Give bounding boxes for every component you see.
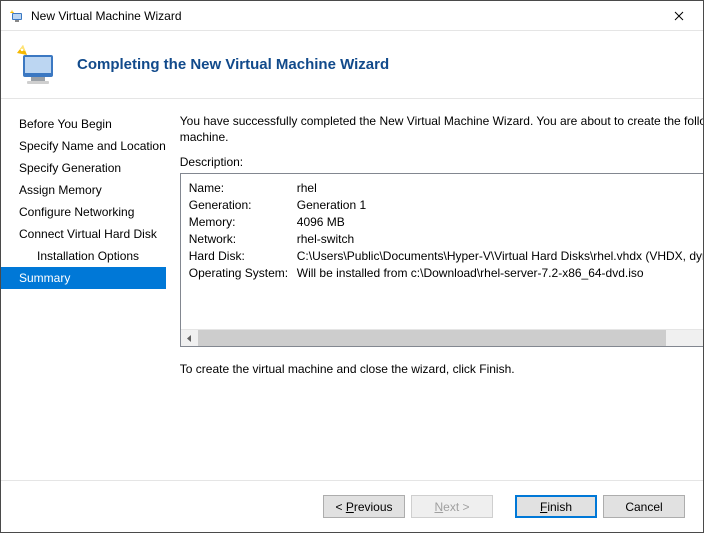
summary-value: rhel bbox=[297, 180, 317, 197]
summary-key: Name: bbox=[189, 180, 297, 197]
summary-value: Will be installed from c:\Download\rhel-… bbox=[297, 265, 644, 282]
summary-value: rhel-switch bbox=[297, 231, 354, 248]
titlebar: New Virtual Machine Wizard bbox=[1, 1, 703, 31]
cancel-button[interactable]: Cancel bbox=[603, 495, 685, 518]
description-box: Name:rhelGeneration:Generation 1Memory:4… bbox=[180, 173, 703, 347]
summary-value: C:\Users\Public\Documents\Hyper-V\Virtua… bbox=[297, 248, 703, 265]
summary-key: Network: bbox=[189, 231, 297, 248]
previous-button[interactable]: < Previous bbox=[323, 495, 405, 518]
summary-key: Hard Disk: bbox=[189, 248, 297, 265]
summary-row: Hard Disk:C:\Users\Public\Documents\Hype… bbox=[189, 248, 703, 265]
scroll-thumb[interactable] bbox=[198, 330, 666, 346]
summary-row: Operating System:Will be installed from … bbox=[189, 265, 703, 282]
wizard-icon bbox=[13, 41, 61, 89]
wizard-steps-sidebar: Before You BeginSpecify Name and Locatio… bbox=[1, 99, 166, 480]
summary-row: Name:rhel bbox=[189, 180, 703, 197]
sidebar-step-5[interactable]: Connect Virtual Hard Disk bbox=[1, 223, 166, 245]
summary-row: Memory:4096 MB bbox=[189, 214, 703, 231]
wizard-header: Completing the New Virtual Machine Wizar… bbox=[1, 31, 703, 99]
sidebar-step-1[interactable]: Specify Name and Location bbox=[1, 135, 166, 157]
intro-text: You have successfully completed the New … bbox=[180, 113, 703, 145]
close-button[interactable] bbox=[656, 1, 701, 30]
sidebar-step-7[interactable]: Summary bbox=[1, 267, 166, 289]
sidebar-step-3[interactable]: Assign Memory bbox=[1, 179, 166, 201]
summary-value: Generation 1 bbox=[297, 197, 366, 214]
horizontal-scrollbar[interactable] bbox=[181, 329, 703, 346]
sidebar-step-0[interactable]: Before You Begin bbox=[1, 113, 166, 135]
summary-key: Operating System: bbox=[189, 265, 297, 282]
summary-key: Memory: bbox=[189, 214, 297, 231]
wizard-footer: < Previous Next > Finish Cancel bbox=[1, 480, 703, 532]
sidebar-step-6[interactable]: Installation Options bbox=[1, 245, 166, 267]
window-title: New Virtual Machine Wizard bbox=[31, 9, 656, 23]
wizard-body: Before You BeginSpecify Name and Locatio… bbox=[1, 99, 703, 480]
sidebar-step-2[interactable]: Specify Generation bbox=[1, 157, 166, 179]
description-label: Description: bbox=[180, 155, 703, 169]
finish-instruction: To create the virtual machine and close … bbox=[180, 361, 703, 377]
sidebar-step-4[interactable]: Configure Networking bbox=[1, 201, 166, 223]
scroll-track[interactable] bbox=[198, 330, 703, 346]
summary-value: 4096 MB bbox=[297, 214, 345, 231]
summary-row: Network:rhel-switch bbox=[189, 231, 703, 248]
page-title: Completing the New Virtual Machine Wizar… bbox=[77, 56, 389, 73]
scroll-left-arrow-icon[interactable] bbox=[181, 330, 198, 346]
wizard-window: New Virtual Machine Wizard Completing th… bbox=[0, 0, 704, 533]
finish-button[interactable]: Finish bbox=[515, 495, 597, 518]
app-icon bbox=[9, 8, 25, 24]
next-button: Next > bbox=[411, 495, 493, 518]
summary-row: Generation:Generation 1 bbox=[189, 197, 703, 214]
wizard-main: You have successfully completed the New … bbox=[166, 99, 703, 480]
summary-key: Generation: bbox=[189, 197, 297, 214]
summary-table: Name:rhelGeneration:Generation 1Memory:4… bbox=[181, 174, 703, 329]
